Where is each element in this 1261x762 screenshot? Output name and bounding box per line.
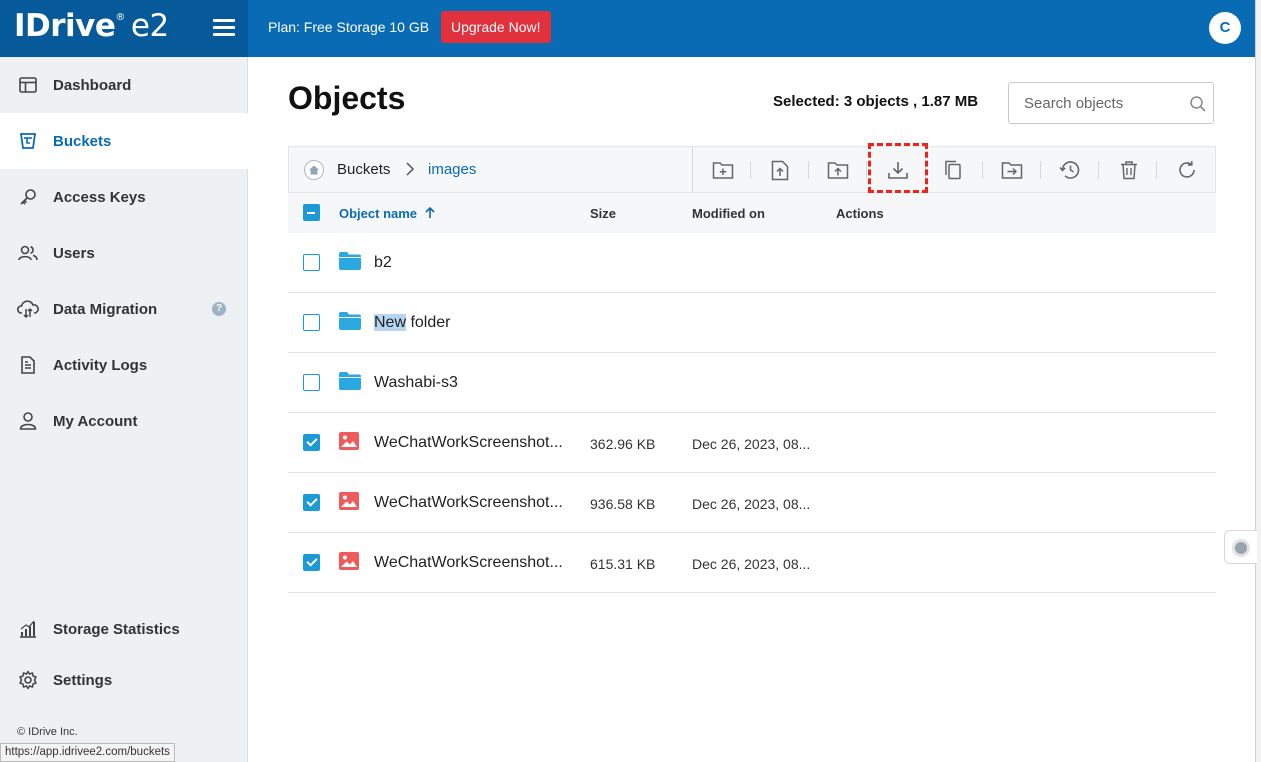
cloud-migration-icon: [17, 298, 39, 320]
row-checkbox[interactable]: [303, 254, 320, 271]
breadcrumb-toolbar: Buckets images: [288, 146, 1216, 193]
column-actions: Actions: [836, 206, 884, 221]
key-icon: [17, 186, 39, 208]
object-name[interactable]: Washabi-s3: [374, 374, 458, 392]
breadcrumb-current[interactable]: images: [428, 161, 476, 178]
download-highlight: [868, 143, 928, 193]
search-icon[interactable]: [1189, 95, 1207, 118]
widget-icon: [1232, 539, 1250, 557]
top-bar: IDrive® e2 Plan: Free Storage 10 GB Upgra…: [0, 0, 1255, 57]
folder-icon: [339, 372, 361, 395]
version-history-icon[interactable]: [1057, 157, 1083, 183]
bar-chart-icon: [17, 618, 39, 640]
object-size: 362.96 KB: [590, 436, 656, 452]
search-box[interactable]: [1008, 82, 1214, 124]
breadcrumb-buckets[interactable]: Buckets: [337, 161, 390, 178]
object-name[interactable]: WeChatWorkScreenshot...: [374, 554, 563, 572]
object-modified: Dec 26, 2023, 08...: [692, 436, 811, 452]
sidebar-item-dashboard[interactable]: Dashboard: [0, 57, 248, 113]
object-name[interactable]: b2: [374, 254, 392, 272]
column-size[interactable]: Size: [590, 206, 616, 221]
person-icon: [17, 410, 39, 432]
copyright-text: © IDrive Inc.: [17, 726, 78, 738]
folder-icon: [339, 312, 361, 335]
chevron-right-icon: [405, 161, 415, 182]
table-row[interactable]: b2: [288, 233, 1216, 293]
move-icon[interactable]: [999, 157, 1025, 183]
object-name[interactable]: WeChatWorkScreenshot...: [374, 494, 563, 512]
table-row[interactable]: New folder: [288, 293, 1216, 353]
refresh-icon[interactable]: [1174, 157, 1200, 183]
image-file-icon: [339, 552, 359, 575]
object-size: 615.31 KB: [590, 556, 656, 572]
dashboard-icon: [17, 74, 39, 96]
row-checkbox[interactable]: [303, 494, 320, 511]
object-size: 936.58 KB: [590, 496, 656, 512]
sidebar-item-label: Settings: [53, 671, 113, 689]
home-icon[interactable]: [304, 160, 324, 180]
image-file-icon: [339, 432, 359, 455]
plan-text: Plan: Free Storage 10 GB: [268, 19, 430, 35]
sidebar-item-label: Activity Logs: [53, 356, 148, 374]
sidebar-item-access-keys[interactable]: Access Keys: [0, 169, 248, 225]
folder-icon: [339, 252, 361, 275]
page-title: Objects: [288, 80, 406, 116]
window-edge: [1255, 0, 1261, 762]
sidebar-item-label: Dashboard: [53, 76, 132, 94]
row-checkbox[interactable]: [303, 314, 320, 331]
sidebar-item-users[interactable]: Users: [0, 225, 248, 281]
sidebar-item-label: Access Keys: [53, 188, 146, 206]
gear-icon: [17, 669, 39, 691]
upgrade-button[interactable]: Upgrade Now!: [441, 11, 551, 43]
help-icon[interactable]: ?: [212, 302, 226, 316]
sort-ascending-icon: [425, 206, 435, 218]
row-checkbox[interactable]: [303, 434, 320, 451]
table-header: Object name Size Modified on Actions: [288, 193, 1216, 233]
column-object-name[interactable]: Object name: [339, 206, 435, 221]
object-modified: Dec 26, 2023, 08...: [692, 556, 811, 572]
logo-area: IDrive® e2: [0, 0, 248, 57]
sidebar-item-storage-statistics[interactable]: Storage Statistics: [0, 601, 248, 657]
document-icon: [17, 354, 39, 376]
delete-icon[interactable]: [1116, 157, 1142, 183]
sidebar-item-label: Buckets: [53, 132, 112, 150]
row-checkbox[interactable]: [303, 554, 320, 571]
copy-icon[interactable]: [940, 157, 966, 183]
sidebar-item-settings[interactable]: Settings: [0, 652, 248, 708]
user-avatar[interactable]: C: [1209, 12, 1241, 44]
select-all-checkbox[interactable]: [303, 204, 320, 221]
table-row[interactable]: WeChatWorkScreenshot... 362.96 KB Dec 26…: [288, 413, 1216, 473]
upload-folder-icon[interactable]: [825, 157, 851, 183]
idrive-e2-logo[interactable]: IDrive® e2: [14, 8, 169, 44]
upload-file-icon[interactable]: [767, 157, 793, 183]
floating-widget-button[interactable]: [1224, 530, 1257, 564]
object-modified: Dec 26, 2023, 08...: [692, 496, 811, 512]
sidebar-item-label: Data Migration: [53, 300, 158, 318]
object-name[interactable]: WeChatWorkScreenshot...: [374, 434, 563, 452]
toolbar-divider: [692, 147, 693, 192]
status-bar-url: https://app.idrivee2.com/buckets: [0, 743, 175, 762]
table-row[interactable]: WeChatWorkScreenshot... 936.58 KB Dec 26…: [288, 473, 1216, 533]
sidebar-item-activity-logs[interactable]: Activity Logs: [0, 337, 248, 393]
column-modified[interactable]: Modified on: [692, 206, 765, 221]
hamburger-menu-icon[interactable]: [213, 19, 235, 37]
sidebar-item-label: Storage Statistics: [53, 620, 180, 638]
text-selection: New: [374, 314, 407, 331]
bucket-icon: [17, 130, 39, 152]
sidebar-item-label: My Account: [53, 412, 138, 430]
sidebar-item-my-account[interactable]: My Account: [0, 393, 248, 449]
row-checkbox[interactable]: [303, 374, 320, 391]
sidebar-item-buckets[interactable]: Buckets: [0, 113, 248, 169]
search-input[interactable]: [1024, 93, 1184, 113]
image-file-icon: [339, 492, 359, 515]
create-folder-icon[interactable]: [710, 157, 736, 183]
users-icon: [17, 242, 39, 264]
selection-summary: Selected: 3 objects , 1.87 MB: [773, 93, 979, 110]
sidebar-item-data-migration[interactable]: Data Migration ?: [0, 281, 248, 337]
object-name[interactable]: New folder: [374, 314, 450, 332]
sidebar: Dashboard Buckets Access Keys Users Data…: [0, 57, 248, 762]
table-row[interactable]: Washabi-s3: [288, 353, 1216, 413]
sidebar-item-label: Users: [53, 244, 95, 262]
table-row[interactable]: WeChatWorkScreenshot... 615.31 KB Dec 26…: [288, 533, 1216, 593]
